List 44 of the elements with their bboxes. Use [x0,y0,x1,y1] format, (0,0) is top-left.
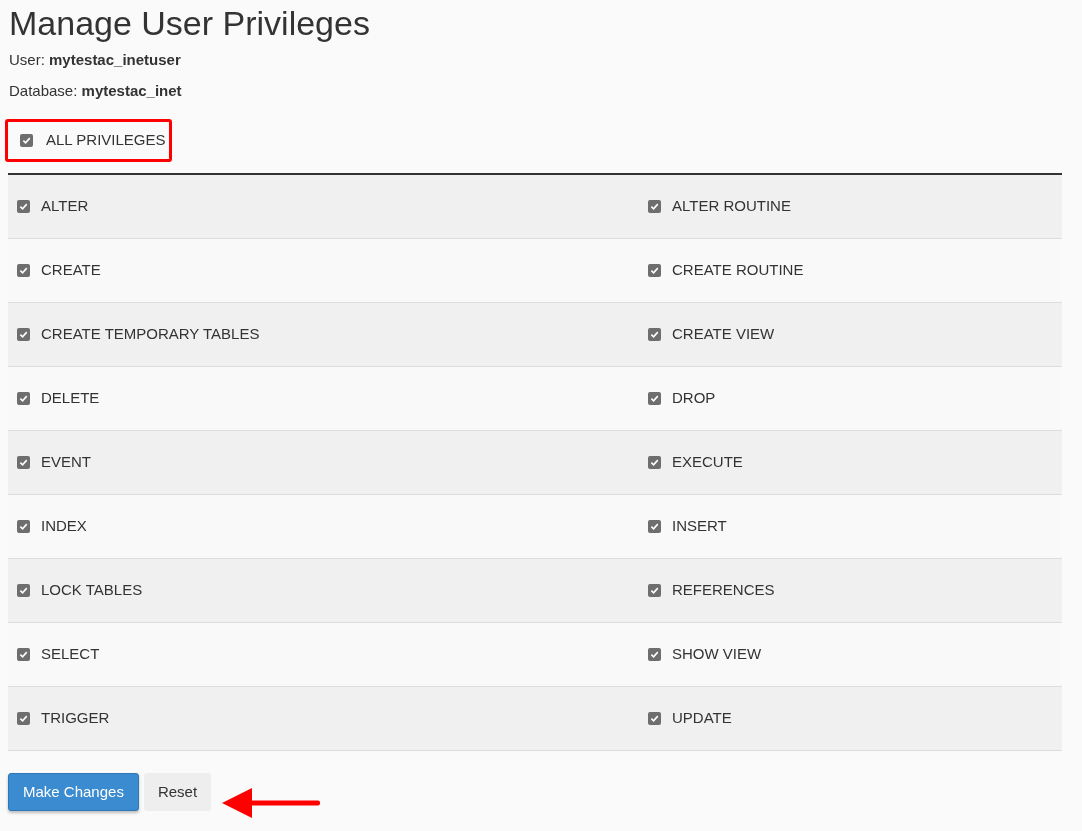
checkbox[interactable] [17,584,30,597]
privilege-label: CREATE VIEW [672,324,775,345]
checkbox[interactable] [17,712,30,725]
checkbox[interactable] [648,520,661,533]
privilege-label: CREATE [41,260,101,281]
privilege-label: EXECUTE [672,452,743,473]
privilege-label: UPDATE [672,708,732,729]
checkbox[interactable] [17,520,30,533]
checkbox[interactable] [648,456,661,469]
privilege-label: EVENT [41,452,91,473]
privilege-label: ALTER [41,196,89,217]
checkbox[interactable] [20,134,33,147]
privilege-label: CREATE ROUTINE [672,260,804,281]
privilege-label: SELECT [41,644,100,665]
form-button[interactable]: Reset [143,773,212,811]
checkbox[interactable] [648,328,661,341]
checkbox[interactable] [17,264,30,277]
checkbox[interactable] [17,456,30,469]
checkbox[interactable] [648,648,661,661]
privilege-label: DELETE [41,388,100,409]
checkbox[interactable] [648,392,661,405]
checkbox[interactable] [648,584,661,597]
privilege-label: CREATE TEMPORARY TABLES [41,324,260,345]
form-button[interactable]: Make Changes [8,773,139,811]
detail-text: User: mytestac_inetuser [9,50,182,69]
checkbox[interactable] [648,264,661,277]
checkbox[interactable] [648,712,661,725]
privilege-label: DROP [672,388,716,409]
checkbox[interactable] [17,648,30,661]
privilege-label: INDEX [41,516,87,537]
option-label: ALL PRIVILEGES [46,130,166,151]
checkbox[interactable] [17,328,30,341]
detail-text: Database: mytestac_inet [9,81,183,100]
checkbox[interactable] [648,200,661,213]
checkbox[interactable] [17,200,30,213]
privilege-label: INSERT [672,516,727,537]
privilege-label: REFERENCES [672,580,775,601]
privilege-label: TRIGGER [41,708,110,729]
privilege-label: LOCK TABLES [41,580,143,601]
checkbox[interactable] [17,392,30,405]
all-privileges-option[interactable]: ALL PRIVILEGES [5,119,172,162]
privilege-label: ALTER ROUTINE [672,196,791,217]
privilege-label: SHOW VIEW [672,644,762,665]
page-title: Manage User Privileges [8,3,371,44]
